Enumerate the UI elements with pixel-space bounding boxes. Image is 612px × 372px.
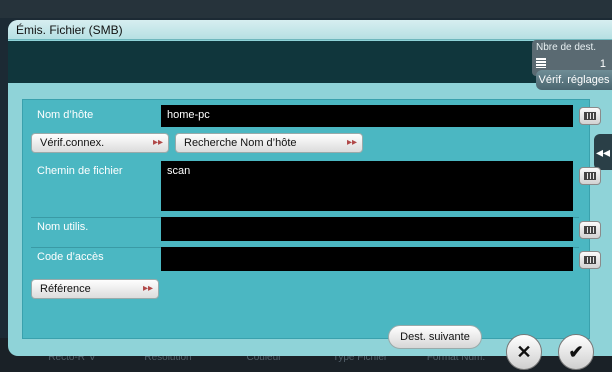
destination-count-value: 1	[599, 58, 606, 70]
check-connection-button[interactable]: Vérif.connex. ▸▸	[31, 133, 169, 153]
list-icon	[536, 58, 546, 68]
reference-label: Référence	[40, 283, 91, 295]
hostname-field[interactable]: home-pc	[161, 105, 573, 127]
password-keyboard-button[interactable]	[579, 251, 601, 269]
username-field[interactable]	[161, 217, 573, 241]
hostname-keyboard-button[interactable]	[579, 107, 601, 125]
path-keyboard-button[interactable]	[579, 167, 601, 185]
dialog-header-band	[8, 41, 612, 83]
cancel-button[interactable]: ✕	[506, 334, 542, 370]
search-hostname-button[interactable]: Recherche Nom d’hôte ▸▸	[175, 133, 363, 153]
path-field[interactable]: scan	[161, 161, 573, 211]
username-label: Nom utilis.	[37, 221, 89, 233]
keyboard-icon	[584, 256, 596, 264]
double-arrow-right-icon: ▸▸	[152, 137, 163, 148]
password-field[interactable]	[161, 247, 573, 271]
dialog-titlebar: Émis. Fichier (SMB)	[8, 20, 612, 40]
keyboard-icon	[584, 172, 596, 180]
destination-count-label: Nbre de dest.	[536, 42, 597, 53]
collapse-side-tab[interactable]: ◂◂	[594, 134, 612, 170]
password-label: Code d’accès	[37, 251, 104, 263]
close-icon: ✕	[516, 342, 532, 362]
smb-send-dialog: Émis. Fichier (SMB) Nbre de dest. 1 Véri…	[8, 20, 612, 356]
hostname-label: Nom d’hôte	[37, 109, 94, 121]
reference-button[interactable]: Référence ▸▸	[31, 279, 159, 299]
background-top-bar	[0, 0, 612, 18]
double-arrow-right-icon: ▸▸	[346, 137, 357, 148]
next-destination-button[interactable]: Dest. suivante	[388, 325, 482, 349]
username-keyboard-button[interactable]	[579, 221, 601, 239]
dialog-title: Émis. Fichier (SMB)	[16, 23, 123, 37]
search-hostname-label: Recherche Nom d’hôte	[184, 137, 297, 149]
path-label: Chemin de fichier	[37, 165, 123, 177]
check-icon: ✔	[568, 342, 584, 362]
keyboard-icon	[584, 112, 596, 120]
form-panel: Nom d’hôte home-pc Vérif.connex. ▸▸ Rech…	[22, 99, 601, 339]
ok-button[interactable]: ✔	[558, 334, 594, 370]
double-arrow-right-icon: ▸▸	[142, 283, 153, 294]
check-connection-label: Vérif.connex.	[40, 137, 105, 149]
keyboard-icon	[584, 226, 596, 234]
verify-settings-button[interactable]: Vérif. réglages	[536, 70, 612, 90]
